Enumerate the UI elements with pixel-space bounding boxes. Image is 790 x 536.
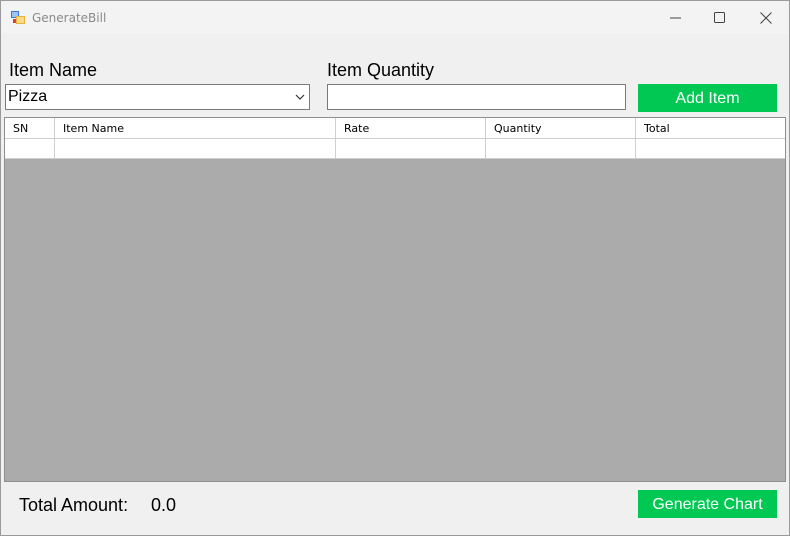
item-name-selected-value: Pizza	[8, 88, 48, 105]
item-quantity-input[interactable]	[327, 84, 626, 110]
generate-bill-window: GenerateBill Item Name Item Quantity Piz…	[0, 0, 790, 536]
minimize-button[interactable]	[653, 1, 699, 34]
column-header-rate[interactable]: Rate	[336, 118, 486, 138]
cell-rate[interactable]	[336, 139, 486, 159]
item-name-combobox[interactable]: Pizza	[5, 84, 310, 110]
cell-total[interactable]	[636, 139, 785, 159]
add-item-button[interactable]: Add Item	[638, 84, 777, 112]
total-amount-label: Total Amount:	[19, 495, 129, 515]
minimize-icon	[670, 17, 681, 19]
column-header-sn[interactable]: SN	[5, 118, 55, 138]
chevron-down-icon	[295, 94, 305, 100]
app-icon	[11, 11, 25, 24]
maximize-button[interactable]	[697, 1, 743, 34]
grid-header-row: SN Item Name Rate Quantity Total	[5, 118, 785, 139]
bill-items-grid[interactable]: SN Item Name Rate Quantity Total	[4, 117, 786, 482]
title-bar[interactable]: GenerateBill	[1, 1, 789, 34]
cell-sn[interactable]	[5, 139, 55, 159]
table-row[interactable]	[5, 139, 785, 159]
window-title: GenerateBill	[32, 11, 107, 25]
total-amount-value: 0.0	[151, 495, 177, 515]
cell-item-name[interactable]	[55, 139, 336, 159]
column-header-item-name[interactable]: Item Name	[55, 118, 336, 138]
column-header-total[interactable]: Total	[636, 118, 785, 138]
cell-quantity[interactable]	[486, 139, 636, 159]
close-icon	[760, 12, 772, 24]
close-button[interactable]	[743, 1, 789, 34]
maximize-icon	[714, 12, 725, 23]
generate-chart-button[interactable]: Generate Chart	[638, 490, 777, 518]
column-header-quantity[interactable]: Quantity	[486, 118, 636, 138]
item-name-label: Item Name	[9, 60, 98, 80]
item-quantity-label: Item Quantity	[327, 60, 435, 80]
